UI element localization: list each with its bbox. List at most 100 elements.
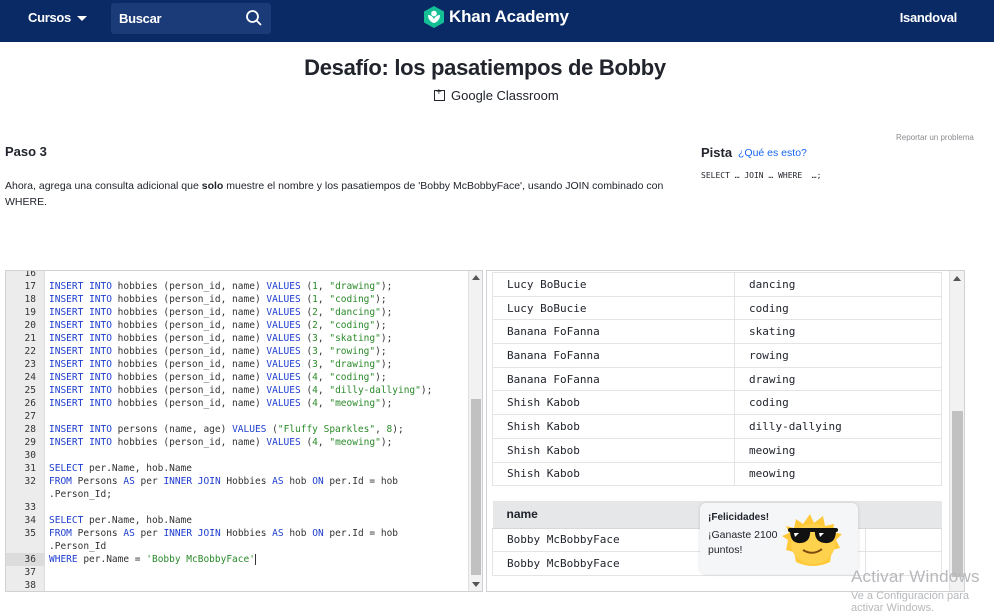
toast-title: ¡Felicidades! <box>708 512 770 523</box>
code-text[interactable]: INSERT INTO hobbies (person_id, name) VA… <box>49 319 387 332</box>
scroll-up-icon[interactable] <box>472 275 480 280</box>
top-nav-bar: Cursos Buscar Khan Academy Isandoval <box>0 0 994 42</box>
code-text[interactable]: INSERT INTO hobbies (person_id, name) VA… <box>49 358 392 371</box>
table-cell: Banana FoFanna <box>492 343 735 368</box>
line-number: 22 <box>24 346 36 357</box>
google-classroom-link[interactable]: Google Classroom <box>434 87 559 103</box>
code-text[interactable]: INSERT INTO hobbies (person_id, name) VA… <box>49 280 392 293</box>
code-text[interactable]: INSERT INTO hobbies (person_id, name) VA… <box>49 293 387 306</box>
table-cell: Shish Kabob <box>492 414 735 439</box>
table-row: Shish Kabob coding <box>492 390 942 416</box>
line-number: 31 <box>24 463 36 474</box>
line-number: 32 <box>24 476 36 487</box>
table-row: Shish Kabob meowing <box>492 437 942 463</box>
search-placeholder: Buscar <box>119 11 162 26</box>
table-row: Banana FoFanna rowing <box>492 343 942 368</box>
sunglasses-avatar-icon <box>782 514 842 566</box>
code-editor[interactable]: 16 17 INSERT INTO hobbies (person_id, name… <box>5 270 483 592</box>
table-row: Banana FoFanna skating <box>492 319 942 345</box>
code-text[interactable]: WHERE per.Name = 'Bobby McBobbyFace' <box>49 553 256 566</box>
table-cell: skating <box>734 319 942 345</box>
courses-menu[interactable]: Cursos <box>28 10 87 25</box>
table-cell: rowing <box>734 343 942 368</box>
editor-scrollbar[interactable] <box>468 271 482 591</box>
hint-title: Pista <box>701 145 733 160</box>
line-number: 29 <box>24 437 36 448</box>
table-cell: Shish Kabob <box>492 461 735 487</box>
line-number: 20 <box>24 320 36 331</box>
table-cell: coding <box>734 390 942 416</box>
table-cell: dilly-dallying <box>734 414 942 439</box>
table-cell: Banana FoFanna <box>492 366 735 392</box>
results-scroll-thumb[interactable] <box>952 411 963 577</box>
code-text[interactable]: INSERT INTO hobbies (person_id, name) VA… <box>49 436 392 449</box>
step-title: Paso 3 <box>5 144 47 159</box>
table-cell: Lucy BoBucie <box>492 295 735 321</box>
code-text[interactable]: INSERT INTO persons (name, age) VALUES (… <box>49 423 404 436</box>
line-number: 35 <box>24 528 36 539</box>
code-text[interactable]: INSERT INTO hobbies (person_id, name) VA… <box>49 384 432 397</box>
code-text[interactable]: .Person_Id <box>49 540 106 553</box>
user-menu[interactable]: Isandoval <box>900 10 958 25</box>
code-text[interactable]: .Person_Id; <box>49 488 112 501</box>
table-cell: coding <box>734 295 942 321</box>
line-number: 27 <box>24 411 36 422</box>
line-number: 34 <box>24 515 36 526</box>
toast-message: ¡Ganaste 2100 puntos! <box>708 529 778 556</box>
table-cell: Shish Kabob <box>492 437 735 463</box>
results-table-1: Lucy BoBucie dancing Lucy BoBucie coding Ban… <box>492 272 942 487</box>
chevron-down-icon <box>77 16 87 22</box>
line-number: 33 <box>24 502 36 513</box>
line-number: 26 <box>24 398 36 409</box>
search-input[interactable]: Buscar <box>111 3 271 34</box>
code-text[interactable]: INSERT INTO hobbies (person_id, name) VA… <box>49 306 392 319</box>
scroll-up-icon[interactable] <box>953 276 961 281</box>
table-row: Lucy BoBucie coding <box>492 295 942 321</box>
code-text[interactable]: INSERT INTO hobbies (person_id, name) VA… <box>49 345 387 358</box>
courses-label: Cursos <box>28 10 71 25</box>
line-number: 21 <box>24 333 36 344</box>
page-title: Desafío: los pasatiempos de Bobby <box>304 55 666 80</box>
text-cursor <box>254 554 256 565</box>
code-text[interactable]: SELECT per.Name, hob.Name <box>49 514 192 527</box>
activate-windows-watermark: Activar Windows <box>851 567 980 586</box>
table-row: Banana FoFanna drawing <box>492 366 942 392</box>
line-number: 24 <box>24 372 36 383</box>
scroll-down-icon[interactable] <box>472 582 480 587</box>
table-row: Lucy BoBucie dancing <box>492 272 942 297</box>
table-cell: meowing <box>734 437 942 463</box>
line-number: 37 <box>24 567 36 578</box>
line-number: 17 <box>24 281 36 292</box>
table-cell: drawing <box>734 366 942 392</box>
code-text[interactable]: INSERT INTO hobbies (person_id, name) VA… <box>49 332 392 345</box>
instruction-text: Ahora, agrega una consulta adicional que <box>5 180 202 192</box>
code-text[interactable]: INSERT INTO hobbies (person_id, name) VA… <box>49 397 392 410</box>
editor-scroll-thumb[interactable] <box>471 399 481 575</box>
brand-logo-link[interactable]: Khan Academy <box>424 6 569 28</box>
table-row: Shish Kabob meowing <box>492 461 942 487</box>
table-row: Shish Kabob dilly-dallying <box>492 414 942 439</box>
instruction-emphasis: solo <box>201 180 224 192</box>
table-cell: Shish Kabob <box>492 390 735 416</box>
line-number: 25 <box>24 385 36 396</box>
report-problem-link[interactable]: Reportar un problema <box>896 133 974 142</box>
hint-help-link[interactable]: ¿Qué es esto? <box>738 147 807 159</box>
code-text[interactable]: FROM Persons AS per INNER JOIN Hobbies A… <box>49 527 398 540</box>
table-cell: Lucy BoBucie <box>492 272 735 297</box>
results-scrollbar[interactable] <box>949 271 964 591</box>
brand-name: Khan Academy <box>449 7 569 26</box>
line-number: 18 <box>24 294 36 305</box>
code-text[interactable]: SELECT per.Name, hob.Name <box>49 462 192 475</box>
code-text[interactable]: INSERT INTO hobbies (person_id, name) VA… <box>49 371 387 384</box>
table-cell <box>864 527 943 553</box>
khan-academy-logo-icon <box>424 6 444 28</box>
line-number: 16 <box>24 270 36 279</box>
code-text[interactable]: FROM Persons AS per INNER JOIN Hobbies A… <box>49 475 398 488</box>
step-instruction: Ahora, agrega una consulta adicional que… <box>5 178 695 210</box>
activate-windows-subtext: Ve a Configuración para activar Windows. <box>851 590 970 614</box>
search-icon[interactable] <box>245 9 263 27</box>
line-number: 38 <box>24 580 36 591</box>
hint-code: SELECT … JOIN … WHERE …; <box>701 171 822 180</box>
line-number: 28 <box>24 424 36 435</box>
classroom-label: Google Classroom <box>451 88 559 103</box>
